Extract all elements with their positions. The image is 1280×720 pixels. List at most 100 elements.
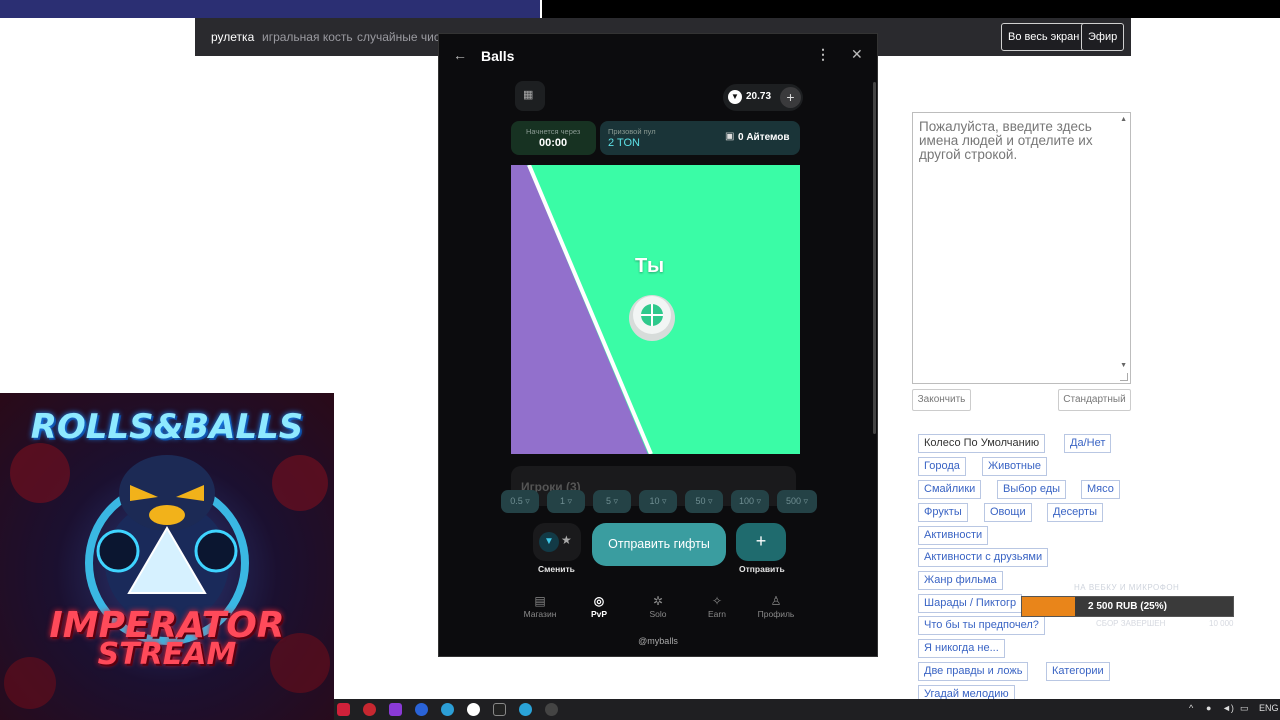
- tab-shop[interactable]: ▤ Магазин: [510, 594, 570, 619]
- bet-chip-0.5[interactable]: 0.5 ▿: [501, 490, 539, 513]
- bet-chip-1[interactable]: 1 ▿: [547, 490, 585, 513]
- close-icon[interactable]: ✕: [851, 46, 863, 63]
- logo-subtitle-2: STREAM: [97, 637, 237, 672]
- bet-chip-5[interactable]: 5 ▿: [593, 490, 631, 513]
- bet-chip-100[interactable]: 100 ▿: [731, 490, 769, 513]
- switch-currency-button[interactable]: ▼ ★: [533, 523, 581, 561]
- prize-pool-box: Призовой пул 2 TON ▣ 0 Айтемов: [600, 121, 800, 155]
- top-up-button[interactable]: +: [780, 87, 801, 108]
- more-menu-icon[interactable]: ⋮: [816, 46, 830, 63]
- category-fruits[interactable]: Фрукты: [918, 503, 968, 522]
- app-footer: @myballs: [638, 636, 678, 646]
- bet-chip-50[interactable]: 50 ▿: [685, 490, 723, 513]
- donation-goal-title: НА ВЕБКУ И МИКРОФОН: [1074, 583, 1180, 592]
- tab-shop-label: Магазин: [523, 609, 557, 619]
- opera-icon[interactable]: [363, 703, 376, 716]
- bet-chip-10[interactable]: 10 ▿: [639, 490, 677, 513]
- category-charades[interactable]: Шарады / Пиктогр: [918, 594, 1023, 613]
- obs-icon[interactable]: [545, 703, 558, 716]
- app-icon-purple[interactable]: [389, 703, 402, 716]
- bet-value: 5: [605, 496, 611, 506]
- donation-progress-bar: 2 500 RUB (25%): [1021, 596, 1234, 617]
- star-icon: ★: [561, 533, 572, 547]
- language-indicator[interactable]: ENG: [1259, 703, 1279, 713]
- timer-value: 00:00: [539, 137, 568, 149]
- finish-button[interactable]: Закончить: [912, 389, 971, 411]
- top-strip-right: [542, 0, 1280, 18]
- prize-pool-label: Призовой пул: [608, 127, 656, 136]
- bet-value: 500: [785, 496, 801, 506]
- category-cities[interactable]: Города: [918, 457, 966, 476]
- logo-title: ROLLS&BALLS: [30, 407, 304, 447]
- earn-icon: ✧: [711, 594, 723, 608]
- prize-pool-value: 2 TON: [608, 137, 640, 149]
- category-movie-genre[interactable]: Жанр фильма: [918, 571, 1003, 590]
- telegram-icon[interactable]: [519, 703, 532, 716]
- starts-in-label: Начнется через: [526, 127, 581, 136]
- player-label: Ты: [635, 255, 665, 277]
- game-field-art: [511, 165, 675, 454]
- category-food-choice[interactable]: Выбор еды: [997, 480, 1067, 499]
- yandex-browser-icon[interactable]: [467, 703, 480, 716]
- category-emoji[interactable]: Смайлики: [918, 480, 982, 499]
- category-activities-friends[interactable]: Активности с друзьями: [918, 548, 1049, 567]
- pvp-icon: ◎: [593, 594, 605, 608]
- category-meat[interactable]: Мясо: [1081, 480, 1120, 499]
- balls-app-window: ← Balls ⋮ ✕ ▦ ▼ 20.73 + Начнется через 0…: [438, 33, 878, 657]
- send-gifts-button[interactable]: Отправить гифты: [592, 523, 726, 566]
- scroll-down-icon[interactable]: ▼: [1120, 362, 1127, 369]
- tab-earn[interactable]: ✧ Earn: [687, 594, 747, 619]
- category-vegetables[interactable]: Овощи: [984, 503, 1032, 522]
- nav-item-random-numbers[interactable]: случайные числ: [357, 30, 447, 44]
- top-strip-left: [0, 0, 540, 18]
- gift-icon: ▣: [725, 131, 735, 142]
- yandex-icon[interactable]: [337, 703, 350, 716]
- donation-goal-amount: 10 000: [1209, 619, 1234, 628]
- app-icon-dark[interactable]: [493, 703, 506, 716]
- standard-button[interactable]: Стандартный: [1058, 389, 1131, 411]
- volume-icon[interactable]: ◄): [1222, 703, 1234, 713]
- send-plus-button[interactable]: +: [736, 523, 786, 561]
- bet-value: 100: [738, 496, 754, 506]
- bet-chip-500[interactable]: 500 ▿: [777, 490, 817, 513]
- category-animals[interactable]: Животные: [982, 457, 1048, 476]
- resize-grip-icon[interactable]: [1120, 373, 1128, 381]
- category-default-wheel[interactable]: Колесо По Умолчанию: [918, 434, 1046, 453]
- category-activities[interactable]: Активности: [918, 526, 989, 545]
- tab-profile-label: Профиль: [757, 609, 795, 619]
- game-field[interactable]: Ты: [511, 165, 800, 454]
- broadcast-button[interactable]: Эфир: [1081, 23, 1125, 51]
- nav-item-roulette[interactable]: рулетка: [211, 30, 254, 44]
- bet-value: 0.5: [510, 496, 523, 506]
- category-yes-no[interactable]: Да/Нет: [1064, 434, 1112, 453]
- scroll-up-icon[interactable]: ▲: [1120, 116, 1127, 123]
- category-two-truths[interactable]: Две правды и ложь: [918, 662, 1029, 681]
- network-icon[interactable]: ▭: [1240, 703, 1249, 714]
- category-categories[interactable]: Категории: [1046, 662, 1110, 681]
- tab-pvp[interactable]: ◎ PvP: [569, 594, 629, 619]
- calendar-button[interactable]: ▦: [515, 81, 545, 111]
- scrollbar[interactable]: [873, 82, 876, 434]
- back-arrow-icon[interactable]: ←: [453, 47, 467, 63]
- tab-solo[interactable]: ✲ Solo: [628, 594, 688, 619]
- bet-value: 50: [695, 496, 706, 506]
- timer-box: Начнется через 00:00: [511, 121, 596, 155]
- category-never-have-i[interactable]: Я никогда не...: [918, 639, 1005, 658]
- nav-item-dice[interactable]: игральная кость: [262, 30, 353, 44]
- microphone-icon[interactable]: ●: [1206, 703, 1211, 713]
- profile-icon: ♙: [770, 594, 782, 608]
- send-label: Отправить: [739, 564, 785, 574]
- tab-profile[interactable]: ♙ Профиль: [746, 594, 806, 619]
- tray-chevron-icon[interactable]: ^: [1189, 703, 1193, 713]
- category-desserts[interactable]: Десерты: [1047, 503, 1104, 522]
- ton-icon: ▼: [728, 90, 742, 104]
- names-placeholder: Пожалуйста, введите здесь имена людей и …: [919, 119, 1093, 162]
- donation-amount: 2 500 RUB (25%): [1088, 601, 1167, 612]
- balance-value: 20.73: [746, 91, 772, 102]
- fullscreen-button[interactable]: Во весь экран: [1001, 23, 1087, 51]
- names-textarea[interactable]: Пожалуйста, введите здесь имена людей и …: [912, 112, 1131, 384]
- category-would-you-rather[interactable]: Что бы ты предпочел?: [918, 616, 1045, 635]
- chrome-icon[interactable]: [441, 703, 454, 716]
- app-icon-blue[interactable]: [415, 703, 428, 716]
- bet-value: 1: [559, 496, 565, 506]
